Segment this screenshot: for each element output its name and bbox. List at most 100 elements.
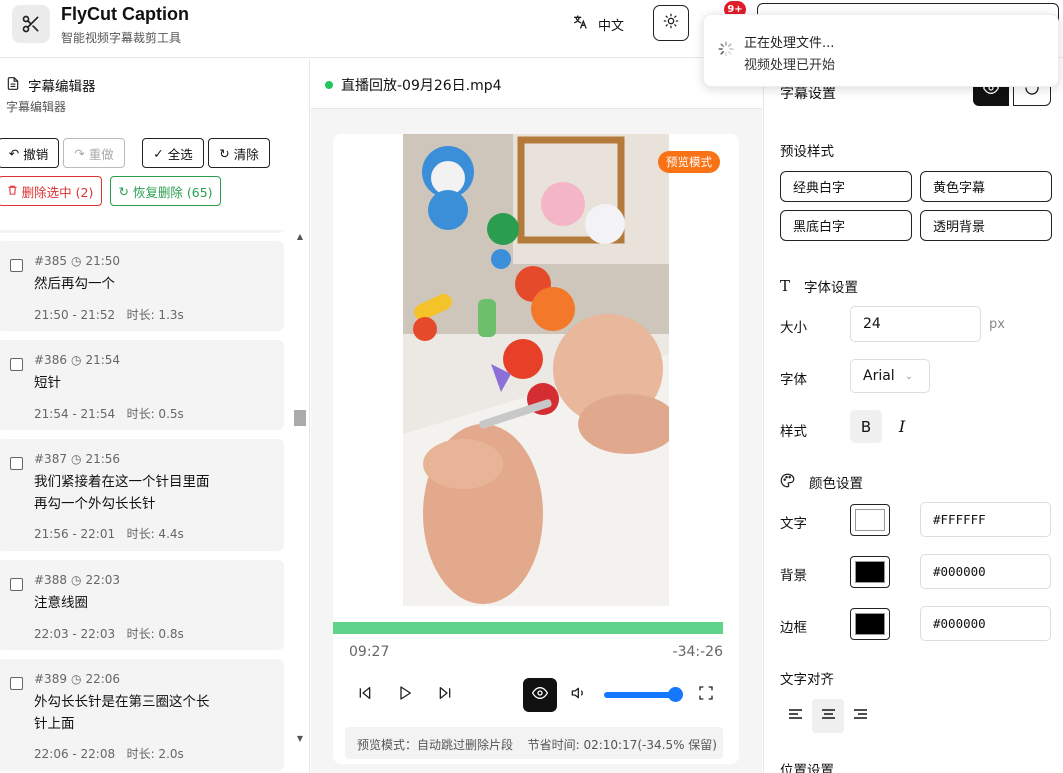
bg-color-fill bbox=[855, 561, 885, 583]
language-switcher[interactable]: 中文 bbox=[572, 14, 624, 34]
list-item-partial bbox=[0, 230, 284, 233]
clock-icon: ◷ bbox=[70, 254, 82, 268]
bg-color-swatch[interactable] bbox=[850, 556, 890, 588]
volume-slider-handle[interactable] bbox=[668, 687, 683, 702]
editor-title-text: 字幕编辑器 bbox=[28, 79, 96, 95]
toast-description: 视频处理已开始 bbox=[744, 58, 836, 73]
font-family-select[interactable]: Arial ⌄ bbox=[850, 359, 930, 393]
item-duration: 时长: 4.4s bbox=[126, 527, 184, 541]
item-checkbox[interactable] bbox=[10, 457, 23, 470]
item-range-text: 22:03 - 22:03 bbox=[34, 627, 116, 641]
video-frame[interactable] bbox=[403, 134, 669, 606]
font-section-label: 字体设置 bbox=[804, 280, 859, 296]
file-bar: 直播回放-09月26日.mp4 bbox=[311, 59, 762, 109]
item-index: #388 bbox=[34, 573, 67, 587]
theme-toggle-button[interactable] bbox=[653, 5, 689, 41]
video-player: 预览模式 09:27 -34:-26 预览模式：自动跳过删除片段 节省时间: 0… bbox=[333, 134, 739, 764]
item-checkbox[interactable] bbox=[10, 578, 23, 591]
scrollbar-thumb[interactable] bbox=[294, 410, 306, 426]
check-icon: ✓ bbox=[153, 145, 164, 161]
chevron-down-icon: ⌄ bbox=[904, 370, 914, 382]
list-item[interactable]: #389 ◷ 22:06 外勾长长针是在第三圈这个长针上面 22:06 - 22… bbox=[0, 659, 284, 771]
text-color-fill bbox=[855, 509, 885, 531]
play-button[interactable] bbox=[390, 680, 420, 710]
item-range: 21:54 - 21:54 时长: 0.5s bbox=[34, 405, 184, 422]
select-all-label: 全选 bbox=[167, 146, 193, 162]
select-all-button[interactable]: ✓ 全选 bbox=[142, 138, 204, 168]
undo-button[interactable]: ↶ 撤销 bbox=[0, 138, 59, 168]
item-text[interactable]: 我们紧接着在这一个针目里面再勾一个外勾长长针 bbox=[34, 471, 214, 515]
item-index: #387 bbox=[34, 452, 67, 466]
item-text[interactable]: 短针 bbox=[34, 372, 274, 394]
preset-yellow[interactable]: 黄色字幕 bbox=[920, 171, 1052, 202]
scroll-down-icon[interactable]: ▼ bbox=[293, 734, 307, 746]
item-duration: 时长: 2.0s bbox=[126, 747, 184, 761]
border-color-swatch[interactable] bbox=[850, 608, 890, 640]
current-time: 09:27 bbox=[349, 644, 390, 660]
preset-transparent[interactable]: 透明背景 bbox=[920, 210, 1052, 241]
restore-deleted-button[interactable]: ↻ 恢复删除 (65) bbox=[110, 176, 221, 206]
video-panel: 直播回放-09月26日.mp4 预览模式 09:27 -34:-26 预览模式：… bbox=[311, 59, 762, 773]
preview-toggle-button[interactable] bbox=[523, 678, 557, 712]
list-item[interactable]: #387 ◷ 21:56 我们紧接着在这一个针目里面再勾一个外勾长长针 21:5… bbox=[0, 439, 284, 551]
translate-icon bbox=[572, 14, 588, 34]
item-text[interactable]: 然后再勾一个 bbox=[34, 273, 274, 295]
item-text[interactable]: 注意线圈 bbox=[34, 592, 274, 614]
item-range: 22:06 - 22:08 时长: 2.0s bbox=[34, 745, 184, 762]
item-range-text: 22:06 - 22:08 bbox=[34, 747, 116, 761]
scroll-up-icon[interactable]: ▲ bbox=[293, 232, 307, 244]
font-size-input[interactable]: 24 bbox=[850, 306, 981, 342]
skip-forward-button[interactable] bbox=[430, 680, 460, 710]
align-center-button[interactable] bbox=[812, 699, 844, 733]
skip-back-icon bbox=[357, 685, 373, 705]
item-checkbox[interactable] bbox=[10, 259, 23, 272]
clock-icon: ◷ bbox=[70, 672, 82, 686]
redo-button[interactable]: ↷ 重做 bbox=[63, 138, 125, 168]
skip-back-button[interactable] bbox=[350, 680, 380, 710]
preview-info: 预览模式：自动跳过删除片段 bbox=[357, 738, 514, 752]
item-text[interactable]: 外勾长长针是在第三圈这个长针上面 bbox=[34, 691, 214, 735]
list-scrollbar[interactable]: ▲ ▼ bbox=[293, 232, 307, 747]
bold-toggle[interactable]: B bbox=[850, 410, 882, 443]
bg-color-input[interactable]: #000000 bbox=[920, 554, 1051, 589]
item-checkbox[interactable] bbox=[10, 677, 23, 690]
volume-icon bbox=[571, 685, 587, 705]
delete-selected-button[interactable]: 删除选中 (2) bbox=[0, 176, 102, 206]
clear-button[interactable]: ↻ 清除 bbox=[208, 138, 270, 168]
preset-classic-white[interactable]: 经典白字 bbox=[780, 171, 912, 202]
restore-deleted-label: 恢复删除 (65) bbox=[132, 184, 213, 200]
preview-mode-badge: 预览模式 bbox=[658, 151, 720, 173]
clock-icon: ◷ bbox=[70, 573, 82, 587]
undo-icon: ↶ bbox=[8, 145, 20, 161]
remaining-time: -34:-26 bbox=[672, 644, 723, 660]
clock-icon: ◷ bbox=[70, 353, 82, 367]
list-item[interactable]: #385 ◷ 21:50 然后再勾一个 21:50 - 21:52 时长: 1.… bbox=[0, 241, 284, 331]
list-item[interactable]: #386 ◷ 21:54 短针 21:54 - 21:54 时长: 0.5s bbox=[0, 340, 284, 430]
delete-selected-label: 删除选中 (2) bbox=[21, 184, 94, 200]
undo-label: 撤销 bbox=[23, 146, 49, 162]
text-color-input[interactable]: #FFFFFF bbox=[920, 502, 1051, 537]
text-color-swatch[interactable] bbox=[850, 504, 890, 536]
editor-title: 字幕编辑器 bbox=[6, 75, 96, 95]
align-left-button[interactable] bbox=[779, 699, 811, 733]
toast-title: 正在处理文件... bbox=[744, 36, 835, 51]
eye-icon bbox=[531, 685, 549, 705]
file-name: 直播回放-09月26日.mp4 bbox=[341, 78, 502, 94]
italic-toggle[interactable]: I bbox=[888, 410, 916, 443]
restore-icon: ↻ bbox=[118, 183, 129, 199]
editor-subtitle: 字幕编辑器 bbox=[6, 100, 67, 114]
preset-black-bg[interactable]: 黑底白字 bbox=[780, 210, 912, 241]
font-section-header: T 字体设置 bbox=[780, 276, 858, 296]
volume-button[interactable] bbox=[564, 680, 594, 710]
border-color-input[interactable]: #000000 bbox=[920, 606, 1051, 641]
list-item[interactable]: #388 ◷ 22:03 注意线圈 22:03 - 22:03 时长: 0.8s bbox=[0, 560, 284, 650]
align-right-button[interactable] bbox=[844, 699, 876, 733]
item-time: 22:03 bbox=[85, 573, 121, 587]
progress-bar[interactable] bbox=[333, 622, 723, 634]
play-icon bbox=[397, 685, 413, 705]
fullscreen-button[interactable] bbox=[691, 680, 721, 710]
item-checkbox[interactable] bbox=[10, 358, 23, 371]
item-meta: #388 ◷ 22:03 bbox=[34, 573, 120, 587]
item-index: #386 bbox=[34, 353, 67, 367]
scissors-icon bbox=[12, 5, 50, 43]
